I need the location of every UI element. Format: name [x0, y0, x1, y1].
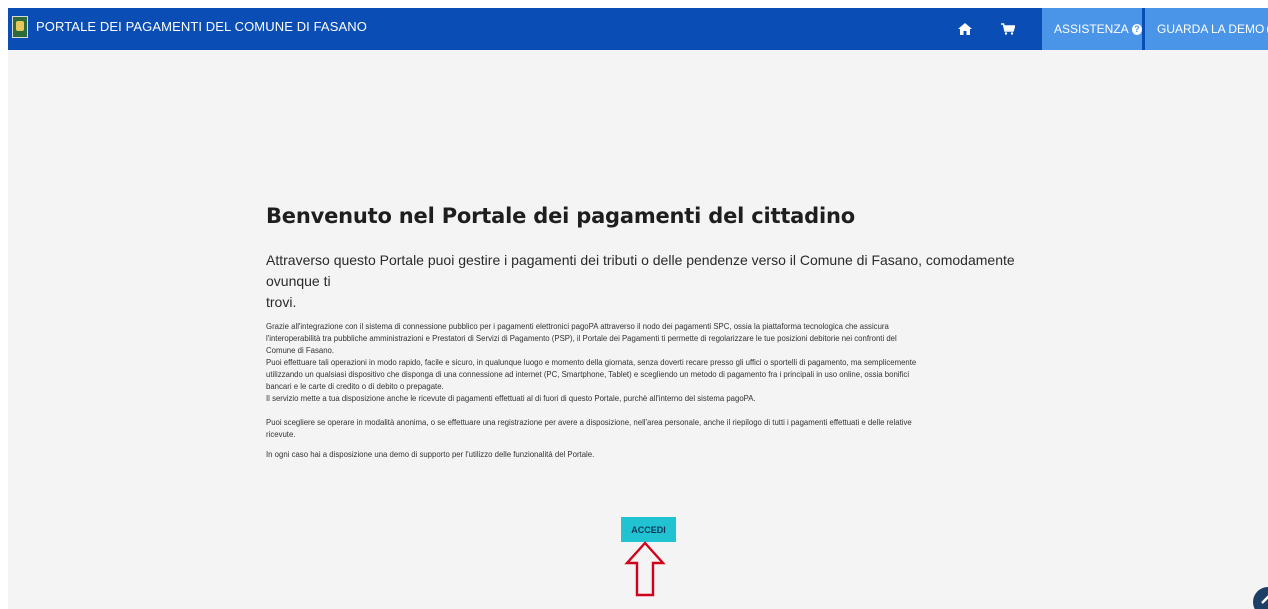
home-icon[interactable]: [950, 8, 980, 50]
scroll-top-icon: [1261, 595, 1268, 604]
arrow-up-icon: [624, 541, 666, 597]
intro-line: Il servizio mette a tua disposizione anc…: [266, 394, 756, 403]
top-navbar: PORTALE DEI PAGAMENTI DEL COMUNE DI FASA…: [8, 8, 1268, 50]
intro-line: Puoi effettuare tali operazioni in modo …: [266, 358, 917, 367]
registration-line: ricevute.: [266, 430, 296, 439]
intro-line: bancari e le carte di credito o di debit…: [266, 382, 444, 391]
assistenza-button[interactable]: ASSISTENZA ?: [1042, 8, 1142, 50]
guarda-demo-button[interactable]: GUARDA LA DEMO ›: [1145, 8, 1268, 50]
intro-line: l'interoperabilità tra pubbliche amminis…: [266, 334, 897, 343]
scroll-top-button[interactable]: [1253, 587, 1268, 609]
lead-text: Attraverso questo Portale puoi gestire i…: [266, 250, 1034, 313]
lead-line-2: trovi.: [266, 294, 297, 310]
guarda-demo-label: GUARDA LA DEMO: [1157, 22, 1265, 36]
registration-line: Puoi scegliere se operare in modalità an…: [266, 418, 912, 427]
portal-title[interactable]: PORTALE DEI PAGAMENTI DEL COMUNE DI FASA…: [36, 8, 367, 50]
intro-line: Comune di Fasano.: [266, 346, 335, 355]
coat-of-arms-logo[interactable]: [12, 16, 28, 38]
demo-paragraph: In ogni caso hai a disposizione una demo…: [266, 450, 595, 459]
lead-line-1: Attraverso questo Portale puoi gestire i…: [266, 252, 1015, 289]
registration-paragraph: Puoi scegliere se operare in modalità an…: [266, 417, 1034, 441]
info-icon: ?: [1131, 23, 1142, 35]
assistenza-label: ASSISTENZA: [1054, 22, 1129, 36]
welcome-section: Benvenuto nel Portale dei pagamenti del …: [266, 204, 1034, 461]
cart-icon[interactable]: [993, 8, 1023, 50]
intro-line: utilizzando un qualsiasi dispositivo che…: [266, 370, 910, 379]
page-frame: PORTALE DEI PAGAMENTI DEL COMUNE DI FASA…: [8, 8, 1268, 609]
page-title: Benvenuto nel Portale dei pagamenti del …: [266, 204, 855, 228]
intro-line: Grazie all'integrazione con il sistema d…: [266, 322, 889, 331]
accedi-button[interactable]: ACCEDI: [621, 517, 676, 542]
intro-paragraph: Grazie all'integrazione con il sistema d…: [266, 321, 1034, 405]
